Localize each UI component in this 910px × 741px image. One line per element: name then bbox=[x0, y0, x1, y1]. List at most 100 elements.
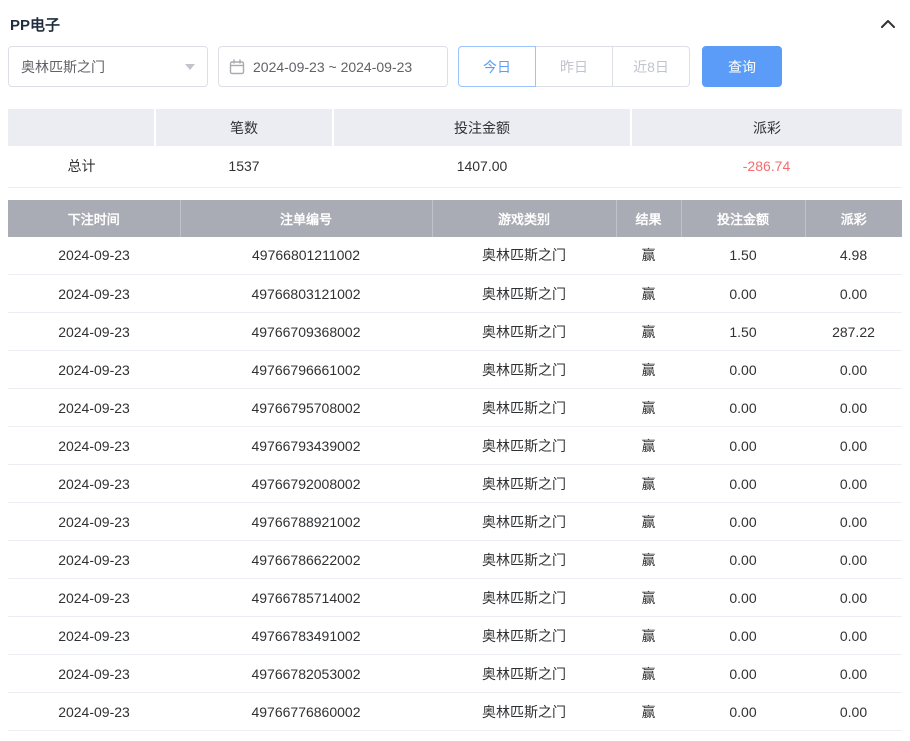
last-8-days-button[interactable]: 近8日 bbox=[612, 46, 690, 87]
cell-game-category: 奥林匹斯之门 bbox=[432, 275, 616, 313]
cell-result: 赢 bbox=[616, 541, 681, 579]
cell-payout: 0.00 bbox=[805, 693, 902, 731]
cell-bet-time: 2024-09-23 bbox=[8, 465, 180, 503]
cell-result: 赢 bbox=[616, 579, 681, 617]
cell-game-category: 奥林匹斯之门 bbox=[432, 389, 616, 427]
summary-header-bet-amount: 投注金额 bbox=[333, 109, 631, 146]
cell-bet-time: 2024-09-23 bbox=[8, 351, 180, 389]
cell-result: 赢 bbox=[616, 237, 681, 275]
table-row: 2024-09-23 49766796661002 奥林匹斯之门 赢 0.00 … bbox=[8, 351, 902, 389]
cell-bet-amount: 0.00 bbox=[681, 655, 805, 693]
col-header-game-category: 游戏类别 bbox=[432, 200, 616, 237]
yesterday-button[interactable]: 昨日 bbox=[535, 46, 613, 87]
cell-result: 赢 bbox=[616, 693, 681, 731]
cell-bet-amount: 0.00 bbox=[681, 389, 805, 427]
cell-bet-amount: 1.50 bbox=[681, 313, 805, 351]
cell-result: 赢 bbox=[616, 313, 681, 351]
query-button[interactable]: 查询 bbox=[702, 46, 782, 87]
cell-order-number: 49766796661002 bbox=[180, 351, 432, 389]
cell-order-number: 49766793439002 bbox=[180, 427, 432, 465]
table-row: 2024-09-23 49766785714002 奥林匹斯之门 赢 0.00 … bbox=[8, 579, 902, 617]
summary-table: 笔数 投注金额 派彩 总计 1537 1407.00 -286.74 bbox=[8, 109, 902, 188]
cell-game-category: 奥林匹斯之门 bbox=[432, 351, 616, 389]
cell-bet-time: 2024-09-23 bbox=[8, 617, 180, 655]
cell-payout: 4.98 bbox=[805, 237, 902, 275]
summary-header-blank bbox=[8, 109, 155, 146]
calendar-icon bbox=[229, 59, 245, 75]
table-row: 2024-09-23 49766776860002 奥林匹斯之门 赢 0.00 … bbox=[8, 693, 902, 731]
date-range-value: 2024-09-23 ~ 2024-09-23 bbox=[253, 59, 412, 75]
cell-bet-amount: 0.00 bbox=[681, 503, 805, 541]
cell-bet-amount: 0.00 bbox=[681, 351, 805, 389]
cell-bet-time: 2024-09-23 bbox=[8, 427, 180, 465]
table-row: 2024-09-23 49766788921002 奥林匹斯之门 赢 0.00 … bbox=[8, 503, 902, 541]
cell-bet-amount: 0.00 bbox=[681, 275, 805, 313]
cell-result: 赢 bbox=[616, 617, 681, 655]
summary-header-payout: 派彩 bbox=[631, 109, 902, 146]
panel-header: PP电子 bbox=[8, 8, 902, 40]
cell-bet-amount: 0.00 bbox=[681, 541, 805, 579]
cell-payout: 0.00 bbox=[805, 427, 902, 465]
col-header-result: 结果 bbox=[616, 200, 681, 237]
cell-game-category: 奥林匹斯之门 bbox=[432, 465, 616, 503]
cell-payout: 0.00 bbox=[805, 465, 902, 503]
today-button[interactable]: 今日 bbox=[458, 46, 536, 87]
summary-header-row: 笔数 投注金额 派彩 bbox=[8, 109, 902, 146]
cell-result: 赢 bbox=[616, 427, 681, 465]
table-row: 2024-09-23 49766783491002 奥林匹斯之门 赢 0.00 … bbox=[8, 617, 902, 655]
cell-result: 赢 bbox=[616, 503, 681, 541]
cell-order-number: 49766788921002 bbox=[180, 503, 432, 541]
cell-game-category: 奥林匹斯之门 bbox=[432, 313, 616, 351]
cell-bet-time: 2024-09-23 bbox=[8, 541, 180, 579]
cell-payout: 0.00 bbox=[805, 541, 902, 579]
table-row: 2024-09-23 49766795708002 奥林匹斯之门 赢 0.00 … bbox=[8, 389, 902, 427]
cell-game-category: 奥林匹斯之门 bbox=[432, 237, 616, 275]
cell-order-number: 49766783491002 bbox=[180, 617, 432, 655]
cell-order-number: 49766709368002 bbox=[180, 313, 432, 351]
cell-bet-time: 2024-09-23 bbox=[8, 655, 180, 693]
cell-bet-time: 2024-09-23 bbox=[8, 389, 180, 427]
cell-result: 赢 bbox=[616, 465, 681, 503]
cell-payout: 0.00 bbox=[805, 351, 902, 389]
summary-count-value: 1537 bbox=[155, 146, 333, 187]
cell-bet-time: 2024-09-23 bbox=[8, 313, 180, 351]
chevron-down-icon bbox=[185, 64, 195, 70]
cell-bet-time: 2024-09-23 bbox=[8, 275, 180, 313]
cell-order-number: 49766776860002 bbox=[180, 693, 432, 731]
cell-bet-amount: 0.00 bbox=[681, 693, 805, 731]
cell-order-number: 49766792008002 bbox=[180, 465, 432, 503]
date-range-picker[interactable]: 2024-09-23 ~ 2024-09-23 bbox=[218, 46, 448, 87]
cell-game-category: 奥林匹斯之门 bbox=[432, 503, 616, 541]
table-row: 2024-09-23 49766709368002 奥林匹斯之门 赢 1.50 … bbox=[8, 313, 902, 351]
game-select-value: 奥林匹斯之门 bbox=[21, 57, 105, 77]
cell-payout: 287.22 bbox=[805, 313, 902, 351]
cell-order-number: 49766803121002 bbox=[180, 275, 432, 313]
cell-result: 赢 bbox=[616, 655, 681, 693]
cell-game-category: 奥林匹斯之门 bbox=[432, 541, 616, 579]
cell-game-category: 奥林匹斯之门 bbox=[432, 579, 616, 617]
col-header-payout: 派彩 bbox=[805, 200, 902, 237]
collapse-button[interactable] bbox=[876, 12, 900, 36]
cell-game-category: 奥林匹斯之门 bbox=[432, 427, 616, 465]
game-select[interactable]: 奥林匹斯之门 bbox=[8, 46, 208, 87]
cell-game-category: 奥林匹斯之门 bbox=[432, 693, 616, 731]
cell-result: 赢 bbox=[616, 389, 681, 427]
quick-date-button-group: 今日 昨日 近8日 bbox=[458, 46, 690, 87]
cell-game-category: 奥林匹斯之门 bbox=[432, 655, 616, 693]
table-row: 2024-09-23 49766803121002 奥林匹斯之门 赢 0.00 … bbox=[8, 275, 902, 313]
cell-bet-time: 2024-09-23 bbox=[8, 579, 180, 617]
cell-result: 赢 bbox=[616, 275, 681, 313]
cell-bet-amount: 0.00 bbox=[681, 579, 805, 617]
cell-order-number: 49766786622002 bbox=[180, 541, 432, 579]
cell-order-number: 49766801211002 bbox=[180, 237, 432, 275]
table-row: 2024-09-23 49766786622002 奥林匹斯之门 赢 0.00 … bbox=[8, 541, 902, 579]
cell-payout: 0.00 bbox=[805, 579, 902, 617]
cell-payout: 0.00 bbox=[805, 389, 902, 427]
cell-bet-amount: 0.00 bbox=[681, 617, 805, 655]
summary-total-row: 总计 1537 1407.00 -286.74 bbox=[8, 146, 902, 187]
summary-total-label: 总计 bbox=[8, 146, 155, 187]
cell-order-number: 49766782053002 bbox=[180, 655, 432, 693]
pp-electronic-panel: PP电子 奥林匹斯之门 2024-09-23 ~ bbox=[0, 0, 910, 739]
summary-bet-amount-value: 1407.00 bbox=[333, 146, 631, 187]
chevron-up-icon bbox=[880, 19, 896, 29]
